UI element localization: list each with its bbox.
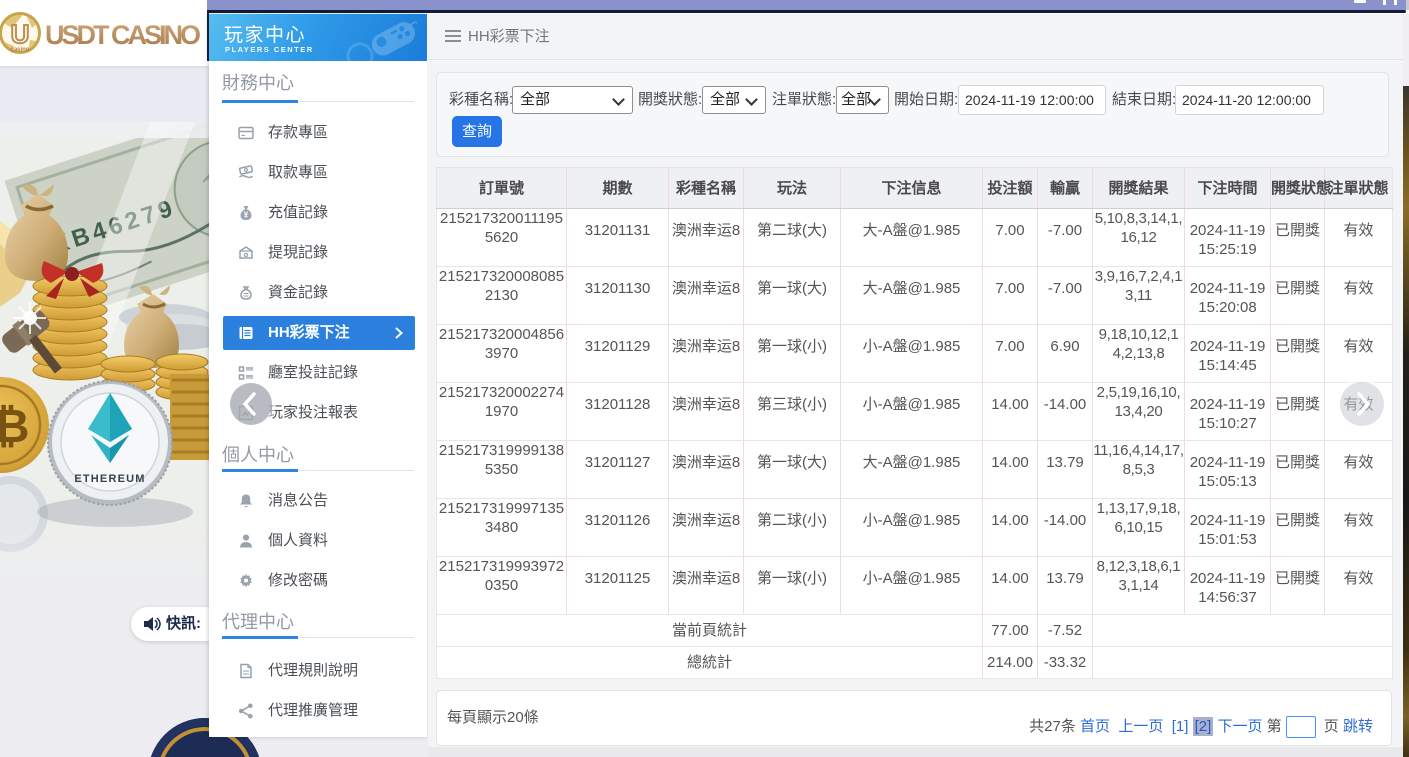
svg-text:casino: casino [10,47,29,53]
svg-text:ETHEREUM: ETHEREUM [74,473,145,485]
svg-text:₿: ₿ [0,400,30,452]
svg-text:U: U [11,19,30,49]
svg-text:USDT CASINO: USDT CASINO [45,20,201,50]
svg-text:¥: ¥ [244,211,249,220]
